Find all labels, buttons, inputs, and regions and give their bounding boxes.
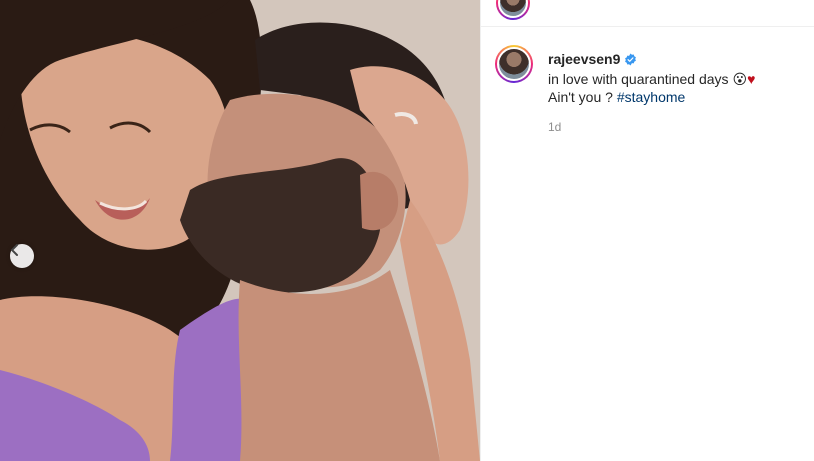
heart-emoji-icon: ♥ xyxy=(747,71,756,87)
post-side-panel: rajeevsen9 in love with quarantined days… xyxy=(480,0,814,461)
caption-body: rajeevsen9 in love with quarantined days… xyxy=(548,50,802,106)
caption-line-1: in love with quarantined days 😮♥ xyxy=(548,70,802,88)
post-timestamp[interactable]: 1d xyxy=(548,120,561,134)
avatar-image xyxy=(497,47,531,81)
post-header xyxy=(481,0,814,27)
caption-text-2: Ain't you ? xyxy=(548,89,613,105)
author-username[interactable]: rajeevsen9 xyxy=(548,51,620,67)
avatar-image xyxy=(498,0,528,18)
header-avatar[interactable] xyxy=(496,0,530,20)
caption-line-2: Ain't you ? #stayhome xyxy=(548,88,802,106)
surprised-emoji-icon: 😮 xyxy=(732,71,748,87)
verified-badge-icon xyxy=(624,52,637,70)
carousel-prev-button[interactable] xyxy=(10,244,34,268)
author-avatar[interactable] xyxy=(495,45,533,83)
hashtag-link[interactable]: #stayhome xyxy=(617,89,685,105)
post-photo[interactable] xyxy=(0,0,480,461)
caption-text: in love with quarantined days xyxy=(548,71,729,87)
photo-illustration xyxy=(0,0,480,461)
